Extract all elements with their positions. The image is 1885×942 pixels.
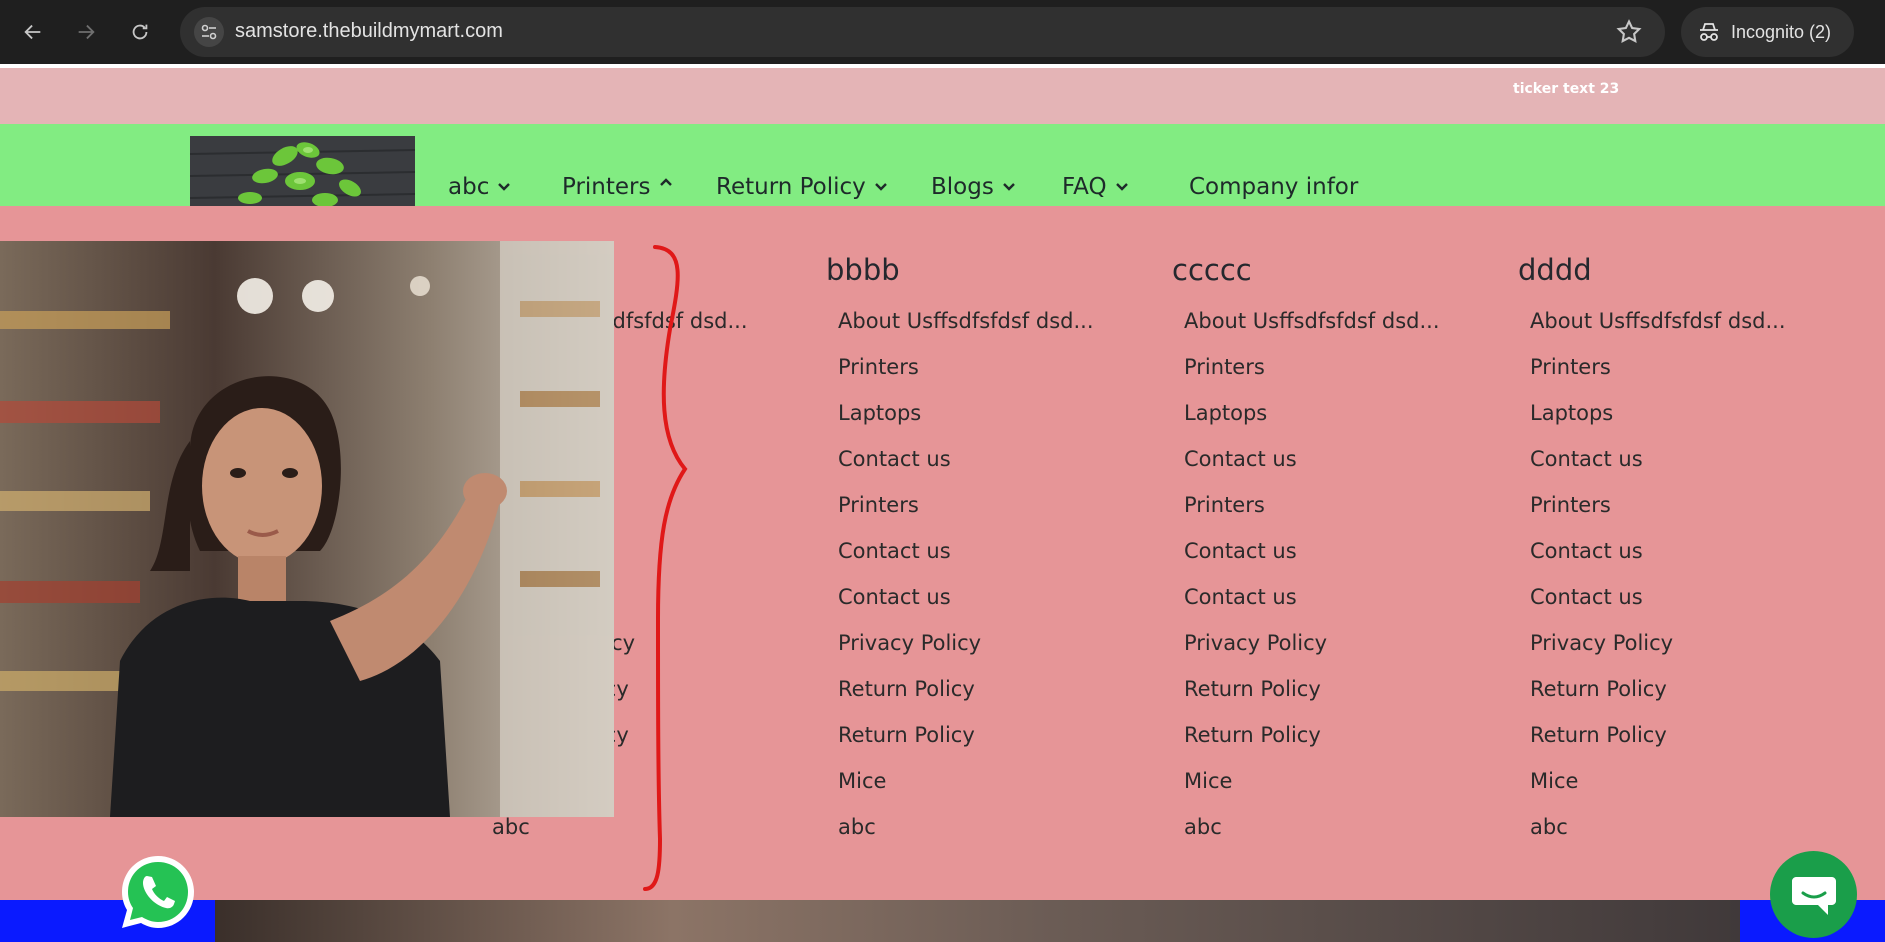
nav-item-company-info[interactable]: Company infor <box>1189 174 1358 200</box>
menu-link[interactable]: Contact us <box>1530 436 1786 482</box>
menu-link[interactable]: abc <box>838 804 1094 850</box>
whatsapp-button[interactable] <box>118 852 198 932</box>
chat-icon <box>1791 876 1836 915</box>
incognito-badge[interactable]: Incognito (2) <box>1681 7 1854 57</box>
nav-label: Printers <box>562 174 651 200</box>
mega-column-dddd: dddd About Usffsdfsfdsf dsd... Printers … <box>1518 248 1786 850</box>
menu-link[interactable]: Privacy Policy <box>1184 620 1440 666</box>
star-icon[interactable] <box>1615 18 1643 46</box>
nav-label: Blogs <box>931 174 994 200</box>
menu-link[interactable]: Contact us <box>838 574 1094 620</box>
menu-link[interactable]: Contact us <box>838 528 1094 574</box>
promo-image-shopper[interactable] <box>0 241 614 817</box>
forward-button[interactable] <box>68 14 104 50</box>
nav-label: Return Policy <box>716 174 866 200</box>
address-bar[interactable]: samstore.thebuildmymart.com <box>180 7 1665 57</box>
nav-label: FAQ <box>1062 174 1107 200</box>
menu-link[interactable]: abc <box>1530 804 1786 850</box>
nav-item-blogs[interactable]: Blogs <box>931 174 1016 200</box>
incognito-label: Incognito (2) <box>1731 21 1832 42</box>
nav-item-return-policy[interactable]: Return Policy <box>716 174 888 200</box>
menu-link[interactable]: Laptops <box>1530 390 1786 436</box>
menu-link[interactable]: Return Policy <box>1530 666 1786 712</box>
menu-link[interactable]: Return Policy <box>838 712 1094 758</box>
nav-label: Company infor <box>1189 174 1359 200</box>
nav-label: abc <box>448 174 490 200</box>
menu-link[interactable]: Laptops <box>1184 390 1440 436</box>
menu-link[interactable]: Contact us <box>1530 574 1786 620</box>
menu-link[interactable]: Return Policy <box>1184 666 1440 712</box>
whatsapp-icon <box>122 856 194 928</box>
menu-link[interactable]: Printers <box>838 344 1094 390</box>
reload-button[interactable] <box>122 14 158 50</box>
browser-toolbar: samstore.thebuildmymart.com Incognito (2… <box>0 0 1885 64</box>
column-title: bbbb <box>826 253 900 287</box>
menu-link[interactable]: Printers <box>838 482 1094 528</box>
menu-link[interactable]: Contact us <box>1184 436 1440 482</box>
url-text[interactable]: samstore.thebuildmymart.com <box>235 20 503 43</box>
hero-image <box>215 900 1740 942</box>
back-button[interactable] <box>15 14 51 50</box>
site-header: abc Printers Return Policy Blogs FAQ Com… <box>0 124 1885 210</box>
ticker-text: ticker text 23 <box>1513 81 1620 97</box>
menu-link[interactable]: About Usffsdfsfdsf dsd... <box>838 298 1094 344</box>
menu-link[interactable]: Privacy Policy <box>838 620 1094 666</box>
menu-link[interactable]: Mice <box>1184 758 1440 804</box>
forward-icon <box>78 24 95 40</box>
chevron-down-icon <box>1115 183 1128 191</box>
menu-link[interactable]: Contact us <box>1184 528 1440 574</box>
nav-item-printers[interactable]: Printers <box>562 174 673 200</box>
menu-link[interactable]: About Usffsdfsfdsf dsd... <box>1530 298 1786 344</box>
curly-brace-annotation <box>643 245 688 891</box>
chevron-down-icon <box>874 183 887 191</box>
menu-link[interactable]: Mice <box>838 758 1094 804</box>
nav-item-abc[interactable]: abc <box>448 174 511 200</box>
hero-banner <box>0 900 1885 942</box>
menu-link[interactable]: Contact us <box>838 436 1094 482</box>
mega-column-ccccc: ccccc About Usffsdfsfdsf dsd... Printers… <box>1172 248 1440 850</box>
site-settings-icon[interactable] <box>194 17 224 47</box>
back-icon <box>24 24 41 40</box>
column-title: dddd <box>1518 253 1592 287</box>
menu-link[interactable]: Return Policy <box>1530 712 1786 758</box>
chevron-down-icon <box>498 183 511 191</box>
menu-link[interactable]: About Usffsdfsfdsf dsd... <box>1184 298 1440 344</box>
menu-link[interactable]: Contact us <box>1530 528 1786 574</box>
menu-link[interactable]: Return Policy <box>838 666 1094 712</box>
mega-column-bbbb: bbbb About Usffsdfsfdsf dsd... Printers … <box>826 248 1094 850</box>
menu-link[interactable]: Laptops <box>838 390 1094 436</box>
menu-link[interactable]: Printers <box>1530 344 1786 390</box>
menu-link[interactable]: Contact us <box>1184 574 1440 620</box>
menu-link[interactable]: Printers <box>1184 482 1440 528</box>
menu-link[interactable]: Return Policy <box>1184 712 1440 758</box>
chevron-down-icon <box>1002 183 1015 191</box>
reload-icon <box>132 24 148 40</box>
menu-link[interactable]: Mice <box>1530 758 1786 804</box>
menu-link[interactable]: Privacy Policy <box>1530 620 1786 666</box>
menu-link[interactable]: Printers <box>1184 344 1440 390</box>
site-logo[interactable] <box>190 136 415 210</box>
chevron-up-icon <box>659 178 672 186</box>
chat-widget-button[interactable] <box>1770 851 1857 938</box>
nav-item-faq[interactable]: FAQ <box>1062 174 1129 200</box>
incognito-icon <box>1700 23 1718 41</box>
menu-link[interactable]: abc <box>1184 804 1440 850</box>
mega-menu-dropdown: aaaaaa About Usffsdfsfdsf dsd... Printer… <box>0 206 1885 900</box>
column-title: ccccc <box>1172 253 1252 287</box>
menu-link[interactable]: Printers <box>1530 482 1786 528</box>
ticker-bar: ticker text 23 <box>0 68 1885 124</box>
